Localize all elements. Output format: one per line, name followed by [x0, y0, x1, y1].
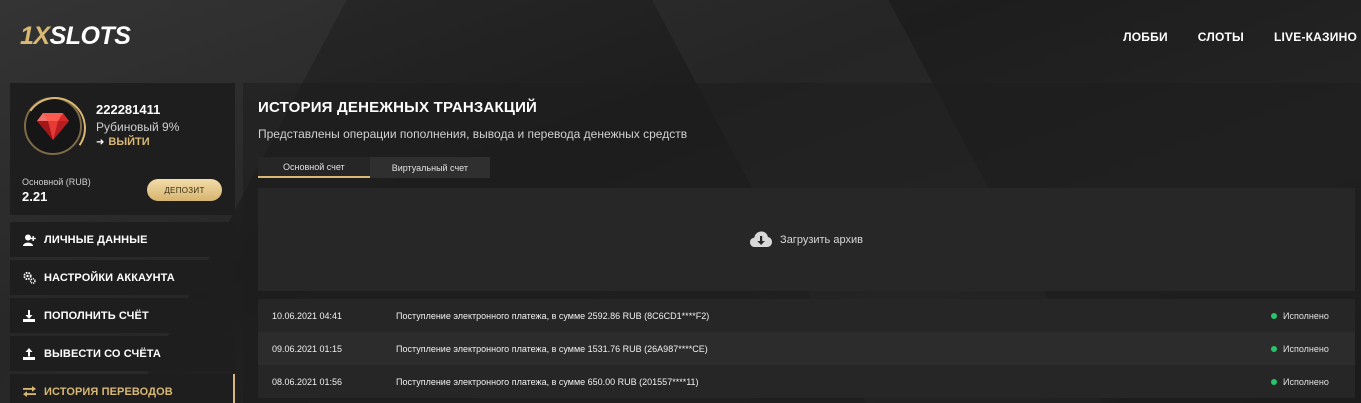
user-plus-icon [22, 233, 36, 247]
transaction-date: 10.06.2021 04:41 [272, 310, 343, 321]
status-badge: Исполнено [1271, 311, 1355, 321]
page-subtitle: Представлены операции пополнения, вывода… [258, 127, 688, 141]
sidebar-item-label: ПОПОЛНИТЬ СЧЁТ [44, 309, 149, 322]
transactions-list: 10.06.2021 04:41 Поступление электронног… [258, 299, 1355, 398]
logo-rest: SLOTS [49, 22, 131, 50]
sidebar-menu: ЛИЧНЫЕ ДАННЫЕ НАСТРОЙКИ АККАУНТА ПОПОЛНИ… [10, 222, 235, 403]
status-badge: Исполнено [1271, 377, 1355, 387]
status-dot-icon [1271, 378, 1277, 385]
sidebar-item-personal-data[interactable]: ЛИЧНЫЕ ДАННЫЕ [10, 222, 235, 257]
logout-icon: ➜ [96, 136, 105, 148]
balance-label: Основной (RUB) [22, 177, 91, 187]
user-id: 222281411 [96, 102, 161, 117]
download-tray-icon [22, 309, 36, 323]
transaction-date: 08.06.2021 01:56 [272, 376, 343, 387]
nav-live-casino[interactable]: LIVE-КАЗИНО [1274, 30, 1357, 44]
transaction-description: Поступление электронного платежа, в сумм… [396, 343, 708, 354]
sidebar-item-label: ИСТОРИЯ ПЕРЕВОДОВ [44, 385, 173, 398]
status-dot-icon [1271, 312, 1277, 319]
upload-tray-icon [22, 347, 36, 361]
avatar [24, 97, 82, 155]
top-nav: ЛОББИ СЛОТЫ LIVE-КАЗИНО [1123, 30, 1357, 44]
sidebar-item-account-settings[interactable]: НАСТРОЙКИ АККАУНТА [10, 260, 235, 295]
transaction-description: Поступление электронного платежа, в сумм… [396, 376, 699, 387]
transaction-date: 09.06.2021 01:15 [272, 343, 343, 354]
download-archive-button[interactable]: Загрузить архив [258, 188, 1355, 291]
user-level: Рубиновый 9% [96, 120, 180, 134]
table-row[interactable]: 09.06.2021 01:15 Поступление электронног… [258, 332, 1355, 365]
transaction-description: Поступление электронного платежа, в сумм… [396, 310, 710, 321]
account-tabs: Основной счет Виртуальный счет [258, 157, 490, 178]
table-row[interactable]: 08.06.2021 01:56 Поступление электронног… [258, 365, 1355, 398]
deposit-button[interactable]: ДЕПОЗИТ [147, 179, 222, 201]
logout-label: ВЫЙТИ [108, 136, 150, 148]
profile-card: 222281411 Рубиновый 9% ➜ ВЫЙТИ Основной … [10, 83, 235, 215]
table-row[interactable]: 10.06.2021 04:41 Поступление электронног… [258, 299, 1355, 332]
status-label: Исполнено [1283, 310, 1329, 321]
sidebar-item-transfer-history[interactable]: ИСТОРИЯ ПЕРЕВОДОВ [10, 374, 235, 403]
balance-value: 2.21 [22, 189, 48, 204]
sidebar-item-label: НАСТРОЙКИ АККАУНТА [44, 271, 175, 284]
transactions-panel: ИСТОРИЯ ДЕНЕЖНЫХ ТРАНЗАКЦИЙ Представлены… [243, 83, 1361, 403]
header: 1XSLOTS ЛОББИ СЛОТЫ LIVE-КАЗИНО [0, 0, 1361, 74]
status-dot-icon [1271, 345, 1277, 352]
cloud-download-icon [750, 231, 773, 247]
status-badge: Исполнено [1271, 344, 1355, 354]
logout-link[interactable]: ➜ ВЫЙТИ [96, 136, 150, 148]
page: 1XSLOTS ЛОББИ СЛОТЫ LIVE-КАЗИНО 22228141… [0, 0, 1361, 403]
nav-slots[interactable]: СЛОТЫ [1198, 30, 1244, 44]
sidebar-item-deposit[interactable]: ПОПОЛНИТЬ СЧЁТ [10, 298, 235, 333]
transfer-arrows-icon [22, 385, 36, 399]
logo-prefix: 1X [20, 22, 50, 50]
sidebar-item-withdraw[interactable]: ВЫВЕСТИ СО СЧЁТА [10, 336, 235, 371]
tab-virtual-account[interactable]: Виртуальный счет [369, 157, 490, 178]
status-label: Исполнено [1283, 376, 1329, 387]
download-archive-label: Загрузить архив [780, 233, 863, 246]
sidebar-item-label: ЛИЧНЫЕ ДАННЫЕ [44, 233, 148, 246]
tab-main-account[interactable]: Основной счет [258, 157, 370, 178]
gears-icon [22, 271, 36, 285]
ruby-gem-icon [37, 113, 69, 140]
page-title: ИСТОРИЯ ДЕНЕЖНЫХ ТРАНЗАКЦИЙ [258, 99, 538, 116]
sidebar-item-label: ВЫВЕСТИ СО СЧЁТА [44, 347, 161, 360]
brand-logo[interactable]: 1XSLOTS [20, 22, 131, 51]
status-label: Исполнено [1283, 343, 1329, 354]
nav-lobby[interactable]: ЛОББИ [1123, 30, 1168, 44]
